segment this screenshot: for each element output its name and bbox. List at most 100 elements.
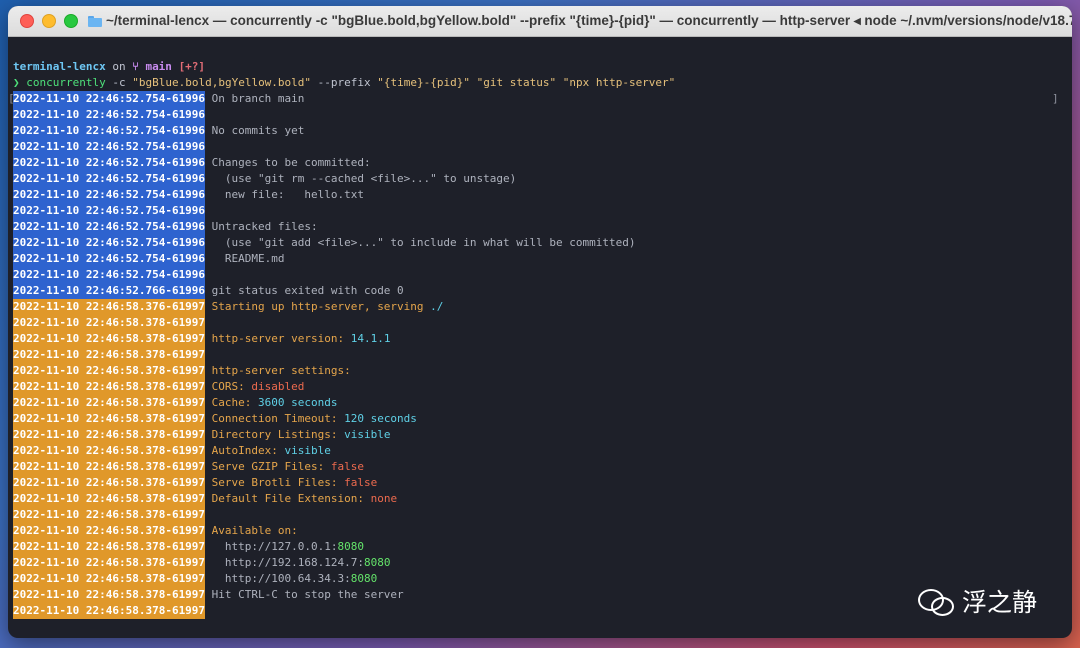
output-line: 2022-11-10 22:46:52.754-61996 Changes to… [13,155,1072,171]
output-line: 2022-11-10 22:46:52.754-61996 (use "git … [13,171,1072,187]
line-prefix: 2022-11-10 22:46:52.754-61996 [13,267,206,283]
zoom-button[interactable] [64,14,78,28]
output-line: 2022-11-10 22:46:52.754-61996 [13,267,1072,283]
line-prefix: 2022-11-10 22:46:58.378-61997 [13,523,206,539]
output-line: 2022-11-10 22:46:58.378-61997 [13,347,1072,363]
output-line: 2022-11-10 22:46:58.378-61997 Connection… [13,411,1072,427]
line-text: Starting up http-server, serving [211,300,431,313]
command-flag-c: -c [105,76,133,89]
line-text: Serve GZIP Files: [211,460,331,473]
minimize-button[interactable] [42,14,56,28]
line-prefix: 2022-11-10 22:46:52.754-61996 [13,251,206,267]
line-text: Directory Listings: [211,428,345,441]
line-prefix: 2022-11-10 22:46:58.378-61997 [13,555,206,571]
output-line: 2022-11-10 22:46:58.378-61997 http://192… [13,555,1072,571]
line-prefix: 2022-11-10 22:46:52.754-61996 [13,219,206,235]
output-line: 2022-11-10 22:46:58.378-61997 [13,603,1072,619]
output-line: 2022-11-10 22:46:58.376-61997 Starting u… [13,299,1072,315]
output-line: 2022-11-10 22:46:58.378-61997 Available … [13,523,1072,539]
line-text: AutoIndex: [211,444,285,457]
output-line: 2022-11-10 22:46:58.378-61997 Cache: 360… [13,395,1072,411]
line-prefix: 2022-11-10 22:46:52.754-61996 [13,203,206,219]
output-line: 2022-11-10 22:46:58.378-61997 http-serve… [13,363,1072,379]
line-prefix: 2022-11-10 22:46:58.378-61997 [13,379,206,395]
line-text: 8080 [363,556,391,569]
line-text: http://192.168.124.7: [211,556,364,569]
output-lines: [2022-11-10 22:46:52.754-61996 On branch… [8,91,1072,619]
output-line: 2022-11-10 22:46:58.378-61997 Serve GZIP… [13,459,1072,475]
line-text: new file: hello.txt [211,188,364,201]
line-text: On branch main [211,92,305,105]
line-text: Changes to be committed: [211,156,371,169]
output-line: 2022-11-10 22:46:58.378-61997 Serve Brot… [13,475,1072,491]
line-prefix: 2022-11-10 22:46:58.378-61997 [13,315,206,331]
output-line: 2022-11-10 22:46:52.754-61996 [13,107,1072,123]
line-text: disabled [251,380,305,393]
line-prefix: 2022-11-10 22:46:58.378-61997 [13,427,206,443]
window-title: ~/terminal-lencx — concurrently -c "bgBl… [106,13,1072,28]
line-text: Hit CTRL-C to stop the server [211,588,404,601]
close-button[interactable] [20,14,34,28]
line-text: 3600 seconds [257,396,338,409]
output-line: 2022-11-10 22:46:58.378-61997 CORS: disa… [13,379,1072,395]
output-line: 2022-11-10 22:46:58.378-61997 Hit CTRL-C… [13,587,1072,603]
command-scripts-arg: "git status" "npx http-server" [470,76,676,89]
line-text: Untracked files: [211,220,318,233]
line-prefix: 2022-11-10 22:46:58.378-61997 [13,331,206,347]
output-line: 2022-11-10 22:46:52.766-61996 git status… [13,283,1072,299]
output-line: 2022-11-10 22:46:58.378-61997 [13,315,1072,331]
line-text: false [330,460,364,473]
output-line: 2022-11-10 22:46:58.378-61997 AutoIndex:… [13,443,1072,459]
line-prefix: 2022-11-10 22:46:58.378-61997 [13,411,206,427]
terminal-output[interactable]: terminal-lencx on ⑂ main [+?] ❯ concurre… [8,37,1072,638]
line-prefix: 2022-11-10 22:46:58.378-61997 [13,603,206,619]
line-prefix: 2022-11-10 22:46:58.378-61997 [13,459,206,475]
output-line: [2022-11-10 22:46:52.754-61996 On branch… [8,91,1072,107]
output-line: 2022-11-10 22:46:52.754-61996 README.md [13,251,1072,267]
line-text: visible [344,428,391,441]
folder-icon [88,15,102,27]
line-text: README.md [211,252,285,265]
line-prefix: 2022-11-10 22:46:58.378-61997 [13,347,206,363]
line-prefix: 2022-11-10 22:46:58.378-61997 [13,491,206,507]
line-prefix: 2022-11-10 22:46:58.378-61997 [13,571,206,587]
output-line: 2022-11-10 22:46:58.378-61997 Default Fi… [13,491,1072,507]
line-text: Default File Extension: [211,492,371,505]
window-controls [20,14,78,28]
line-text: false [344,476,378,489]
prompt-on: on [112,60,126,73]
output-line: 2022-11-10 22:46:58.378-61997 http-serve… [13,331,1072,347]
command-flag-prefix: --prefix [311,76,378,89]
output-line: 2022-11-10 22:46:52.754-61996 [13,139,1072,155]
right-bracket: ] [1052,92,1059,105]
line-prefix: 2022-11-10 22:46:52.754-61996 [13,187,206,203]
output-line: 2022-11-10 22:46:58.378-61997 Directory … [13,427,1072,443]
prompt-git-status: [+?] [178,60,206,73]
line-text: No commits yet [211,124,305,137]
command-name: concurrently [26,76,106,89]
line-prefix: 2022-11-10 22:46:52.754-61996 [13,107,206,123]
line-prefix: 2022-11-10 22:46:52.754-61996 [13,139,206,155]
output-line: 2022-11-10 22:46:58.378-61997 [13,507,1072,523]
left-bracket: [ [8,92,15,105]
line-prefix: 2022-11-10 22:46:58.378-61997 [13,475,206,491]
line-text: none [370,492,398,505]
line-text: ./ [430,300,444,313]
line-text: 8080 [337,540,364,553]
line-text: (use "git rm --cached <file>..." to unst… [211,172,517,185]
command-color-arg: "bgBlue.bold,bgYellow.bold" [132,76,312,89]
title-bar[interactable]: ~/terminal-lencx — concurrently -c "bgBl… [8,6,1072,37]
window-title-wrap: ~/terminal-lencx — concurrently -c "bgBl… [88,13,1072,29]
watermark-text: 浮之静 [962,588,1038,617]
line-prefix: 2022-11-10 22:46:52.754-61996 [13,123,206,139]
output-line: 2022-11-10 22:46:58.378-61997 http://127… [13,539,1072,555]
command-line: ❯ concurrently -c "bgBlue.bold,bgYellow.… [13,75,1072,91]
prompt-chevron: ❯ [13,76,20,89]
line-text: http-server version: [211,332,351,345]
line-text: Connection Timeout: [211,412,345,425]
line-text: visible [284,444,331,457]
line-text: Cache: [211,396,258,409]
line-prefix: 2022-11-10 22:46:58.378-61997 [13,363,206,379]
line-prefix: 2022-11-10 22:46:52.754-61996 [13,171,206,187]
line-text: 14.1.1 [350,332,391,345]
